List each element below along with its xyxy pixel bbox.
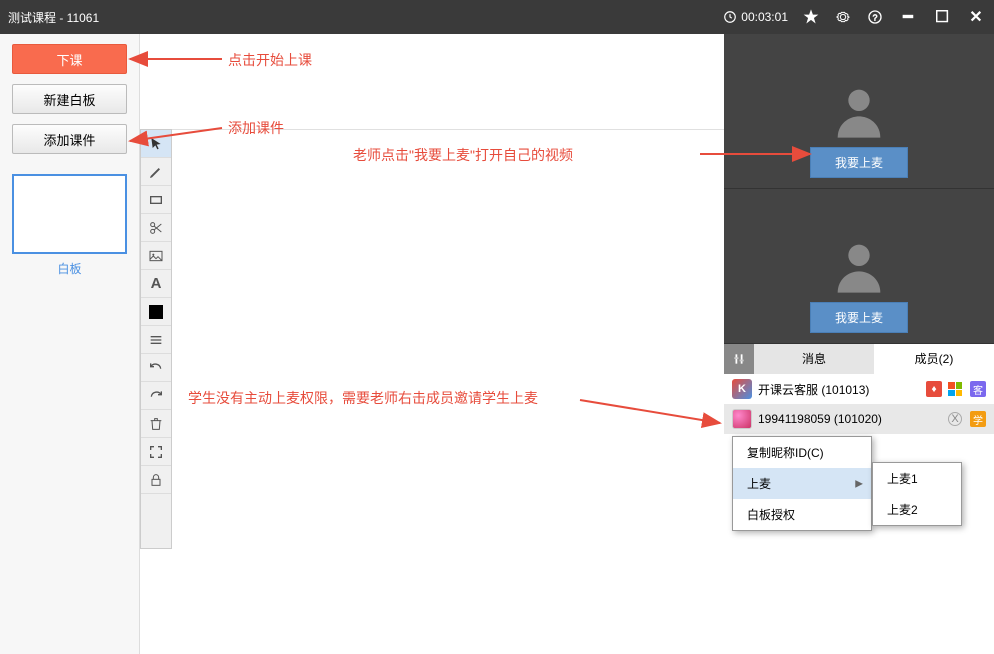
- member-row[interactable]: K 开课云客服 (101013) ♦ 客: [724, 374, 994, 404]
- ctx-copy-id[interactable]: 复制昵称ID(C): [733, 437, 871, 468]
- drawing-toolbar: A: [140, 129, 172, 549]
- tab-messages[interactable]: 消息: [754, 343, 874, 374]
- color-tool[interactable]: [141, 298, 171, 326]
- thumbnail-label: 白板: [12, 260, 127, 277]
- badge-icon: 学: [970, 411, 986, 427]
- close-button[interactable]: ✕: [966, 7, 986, 27]
- help-icon[interactable]: ?: [866, 8, 884, 26]
- windows-icon: [948, 382, 962, 396]
- whiteboard-canvas[interactable]: [172, 129, 724, 654]
- context-submenu: 上麦1 上麦2: [872, 462, 962, 526]
- rectangle-tool[interactable]: [141, 186, 171, 214]
- add-courseware-button[interactable]: 添加课件: [12, 124, 127, 154]
- redo-tool[interactable]: [141, 382, 171, 410]
- fullscreen-tool[interactable]: [141, 438, 171, 466]
- canvas-area: A: [140, 34, 724, 654]
- star-icon[interactable]: [802, 8, 820, 26]
- member-avatar-icon: K: [732, 379, 752, 399]
- avatar-placeholder-icon: [827, 79, 891, 143]
- svg-text:?: ?: [873, 12, 878, 22]
- chat-panel: 消息 成员(2) K 开课云客服 (101013) ♦ 客 1994119805…: [724, 344, 994, 654]
- member-name: 19941198059 (101020): [758, 412, 942, 426]
- maximize-button[interactable]: ☐: [932, 7, 952, 27]
- menu-tool[interactable]: [141, 326, 171, 354]
- image-tool[interactable]: [141, 242, 171, 270]
- badge-icon: 客: [970, 381, 986, 397]
- titlebar: 测试课程 - 11061 00:03:01 ? ━ ☐ ✕: [0, 0, 994, 34]
- member-list: K 开课云客服 (101013) ♦ 客 19941198059 (101020…: [724, 374, 994, 654]
- video-slot-1: 我要上麦: [724, 34, 994, 189]
- video-slot-2: 我要上麦: [724, 189, 994, 344]
- right-panel: 我要上麦 我要上麦 消息 成员(2) K 开课云客服 (101013) ♦ 客: [724, 34, 994, 654]
- close-icon[interactable]: X: [948, 412, 962, 426]
- undo-tool[interactable]: [141, 354, 171, 382]
- clock-icon: [723, 10, 737, 24]
- context-menu: 复制昵称ID(C) 上麦▶ 白板授权: [732, 436, 872, 531]
- cut-tool[interactable]: [141, 214, 171, 242]
- minimize-button[interactable]: ━: [898, 7, 918, 27]
- pointer-tool[interactable]: [141, 130, 171, 158]
- member-row[interactable]: 19941198059 (101020) X 学: [724, 404, 994, 434]
- avatar-placeholder-icon: [827, 234, 891, 298]
- end-class-button[interactable]: 下课: [12, 44, 127, 74]
- tab-members[interactable]: 成员(2): [874, 343, 994, 374]
- ctx-whiteboard-auth[interactable]: 白板授权: [733, 499, 871, 530]
- ctx-mic2[interactable]: 上麦2: [873, 494, 961, 525]
- whiteboard-thumbnail[interactable]: [12, 174, 127, 254]
- text-tool[interactable]: A: [141, 270, 171, 298]
- ctx-mic1[interactable]: 上麦1: [873, 463, 961, 494]
- ctx-on-mic[interactable]: 上麦▶: [733, 468, 871, 499]
- badge-icon: ♦: [926, 381, 942, 397]
- new-whiteboard-button[interactable]: 新建白板: [12, 84, 127, 114]
- member-avatar-icon: [732, 409, 752, 429]
- gear-icon[interactable]: [834, 8, 852, 26]
- member-name: 开课云客服 (101013): [758, 381, 918, 398]
- chevron-right-icon: ▶: [855, 478, 863, 489]
- window-title: 测试课程 - 11061: [8, 9, 723, 26]
- audio-settings-button[interactable]: [724, 344, 754, 374]
- mic-button-2[interactable]: 我要上麦: [810, 302, 908, 333]
- left-sidebar: 下课 新建白板 添加课件 白板: [0, 34, 140, 654]
- pencil-tool[interactable]: [141, 158, 171, 186]
- timer: 00:03:01: [723, 10, 788, 24]
- mic-button-1[interactable]: 我要上麦: [810, 147, 908, 178]
- lock-tool[interactable]: [141, 466, 171, 494]
- trash-tool[interactable]: [141, 410, 171, 438]
